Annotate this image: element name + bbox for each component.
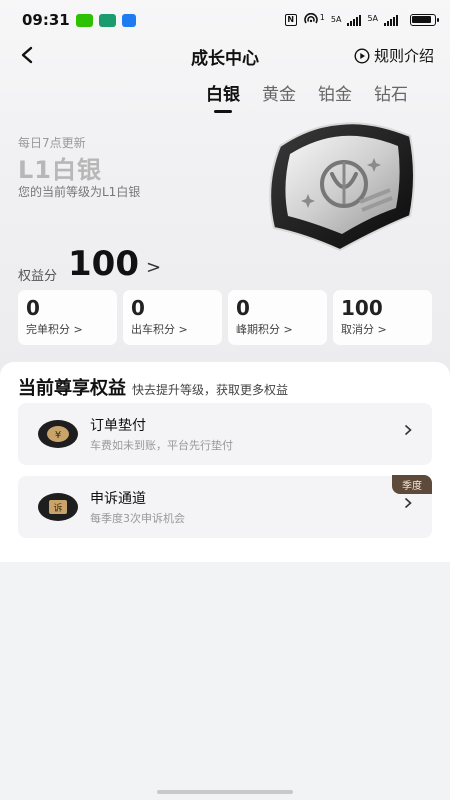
benefit-description: 每季度3次申诉机会 xyxy=(90,512,185,525)
play-circle-icon xyxy=(354,47,370,64)
benefits-header: 当前尊享权益 快去提升等级，获取更多权益 xyxy=(18,374,288,400)
rules-label: 规则介绍 xyxy=(373,47,434,65)
level-name: L1白银 xyxy=(18,156,102,184)
level-description: 您的当前等级为L1白银 xyxy=(18,185,141,199)
score-label: 权益分 xyxy=(18,269,58,284)
nfc-icon: N xyxy=(284,14,297,26)
score-stats: 0 完单积分 > 0 出车积分 > 0 峰期积分 > 100 取消分 > xyxy=(18,290,432,345)
chevron-right-icon xyxy=(404,424,412,440)
score-value[interactable]: 100 xyxy=(68,244,139,284)
tab-gold[interactable]: 黄金 xyxy=(262,80,296,105)
stat-label: 取消分 > xyxy=(341,323,387,336)
yuan-symbol: ¥ xyxy=(55,430,61,441)
chevron-right-icon xyxy=(404,497,412,513)
wechat-icon xyxy=(75,13,93,27)
stat-peak-points[interactable]: 0 峰期积分 > xyxy=(228,290,327,345)
header: 成长中心 规则介绍 xyxy=(0,36,450,74)
benefits-section: 当前尊享权益 快去提升等级，获取更多权益 ¥ 订单垫付 车费如未到账，平台先行垫… xyxy=(0,362,450,562)
quarter-tag: 季度 xyxy=(392,475,432,494)
status-time: 09:31 xyxy=(22,11,70,29)
appeal-icon: 诉 xyxy=(38,493,78,521)
yuan-coin-icon: ¥ xyxy=(38,420,78,448)
signal-icon xyxy=(347,14,362,26)
tab-diamond[interactable]: 钻石 xyxy=(374,80,408,105)
network-label-2: 5A xyxy=(367,13,378,23)
benefits-title: 当前尊享权益 xyxy=(18,378,126,399)
stat-value: 100 xyxy=(341,296,383,320)
tab-silver[interactable]: 白银 xyxy=(206,80,240,113)
battery-icon xyxy=(410,14,439,26)
stat-value: 0 xyxy=(236,296,250,320)
silver-badge-icon xyxy=(269,122,415,252)
benefit-card-appeal[interactable]: 季度 诉 申诉通道 每季度3次申诉机会 xyxy=(18,475,432,538)
appeal-char: 诉 xyxy=(53,502,62,514)
benefit-title: 订单垫付 xyxy=(90,418,146,434)
rules-button[interactable]: 规则介绍 xyxy=(354,45,434,66)
benefit-description: 车费如未到账，平台先行垫付 xyxy=(90,439,233,452)
home-indicator[interactable] xyxy=(157,790,293,794)
benefit-card-order-advance[interactable]: ¥ 订单垫付 车费如未到账，平台先行垫付 xyxy=(18,403,432,465)
stat-value: 0 xyxy=(26,296,40,320)
stat-order-points[interactable]: 0 完单积分 > xyxy=(18,290,117,345)
score-arrow-icon[interactable]: > xyxy=(146,257,161,278)
signal-icon-2 xyxy=(384,14,398,26)
status-bar: 09:31 N 1 5A 5A xyxy=(0,0,450,40)
stat-cancel-points[interactable]: 100 取消分 > xyxy=(333,290,432,345)
signal-sup: 1 xyxy=(319,12,325,22)
hotspot-icon xyxy=(303,12,319,28)
stat-label: 峰期积分 > xyxy=(236,323,293,336)
update-note: 每日7点更新 xyxy=(18,136,86,150)
chevron-left-icon xyxy=(21,46,33,64)
upload-icon xyxy=(121,13,136,27)
benefits-subtitle: 快去提升等级，获取更多权益 xyxy=(132,383,289,397)
stat-label: 完单积分 > xyxy=(26,323,83,336)
level-tabs: 白银 黄金 铂金 钻石 xyxy=(206,80,408,113)
network-label-1: 5A xyxy=(330,15,342,24)
app-icon xyxy=(98,13,116,27)
stat-label: 出车积分 > xyxy=(131,323,188,336)
tab-platinum[interactable]: 铂金 xyxy=(318,80,352,105)
back-button[interactable] xyxy=(14,40,40,70)
benefit-title: 申诉通道 xyxy=(90,491,146,507)
stat-value: 0 xyxy=(131,296,145,320)
stat-driving-points[interactable]: 0 出车积分 > xyxy=(123,290,222,345)
